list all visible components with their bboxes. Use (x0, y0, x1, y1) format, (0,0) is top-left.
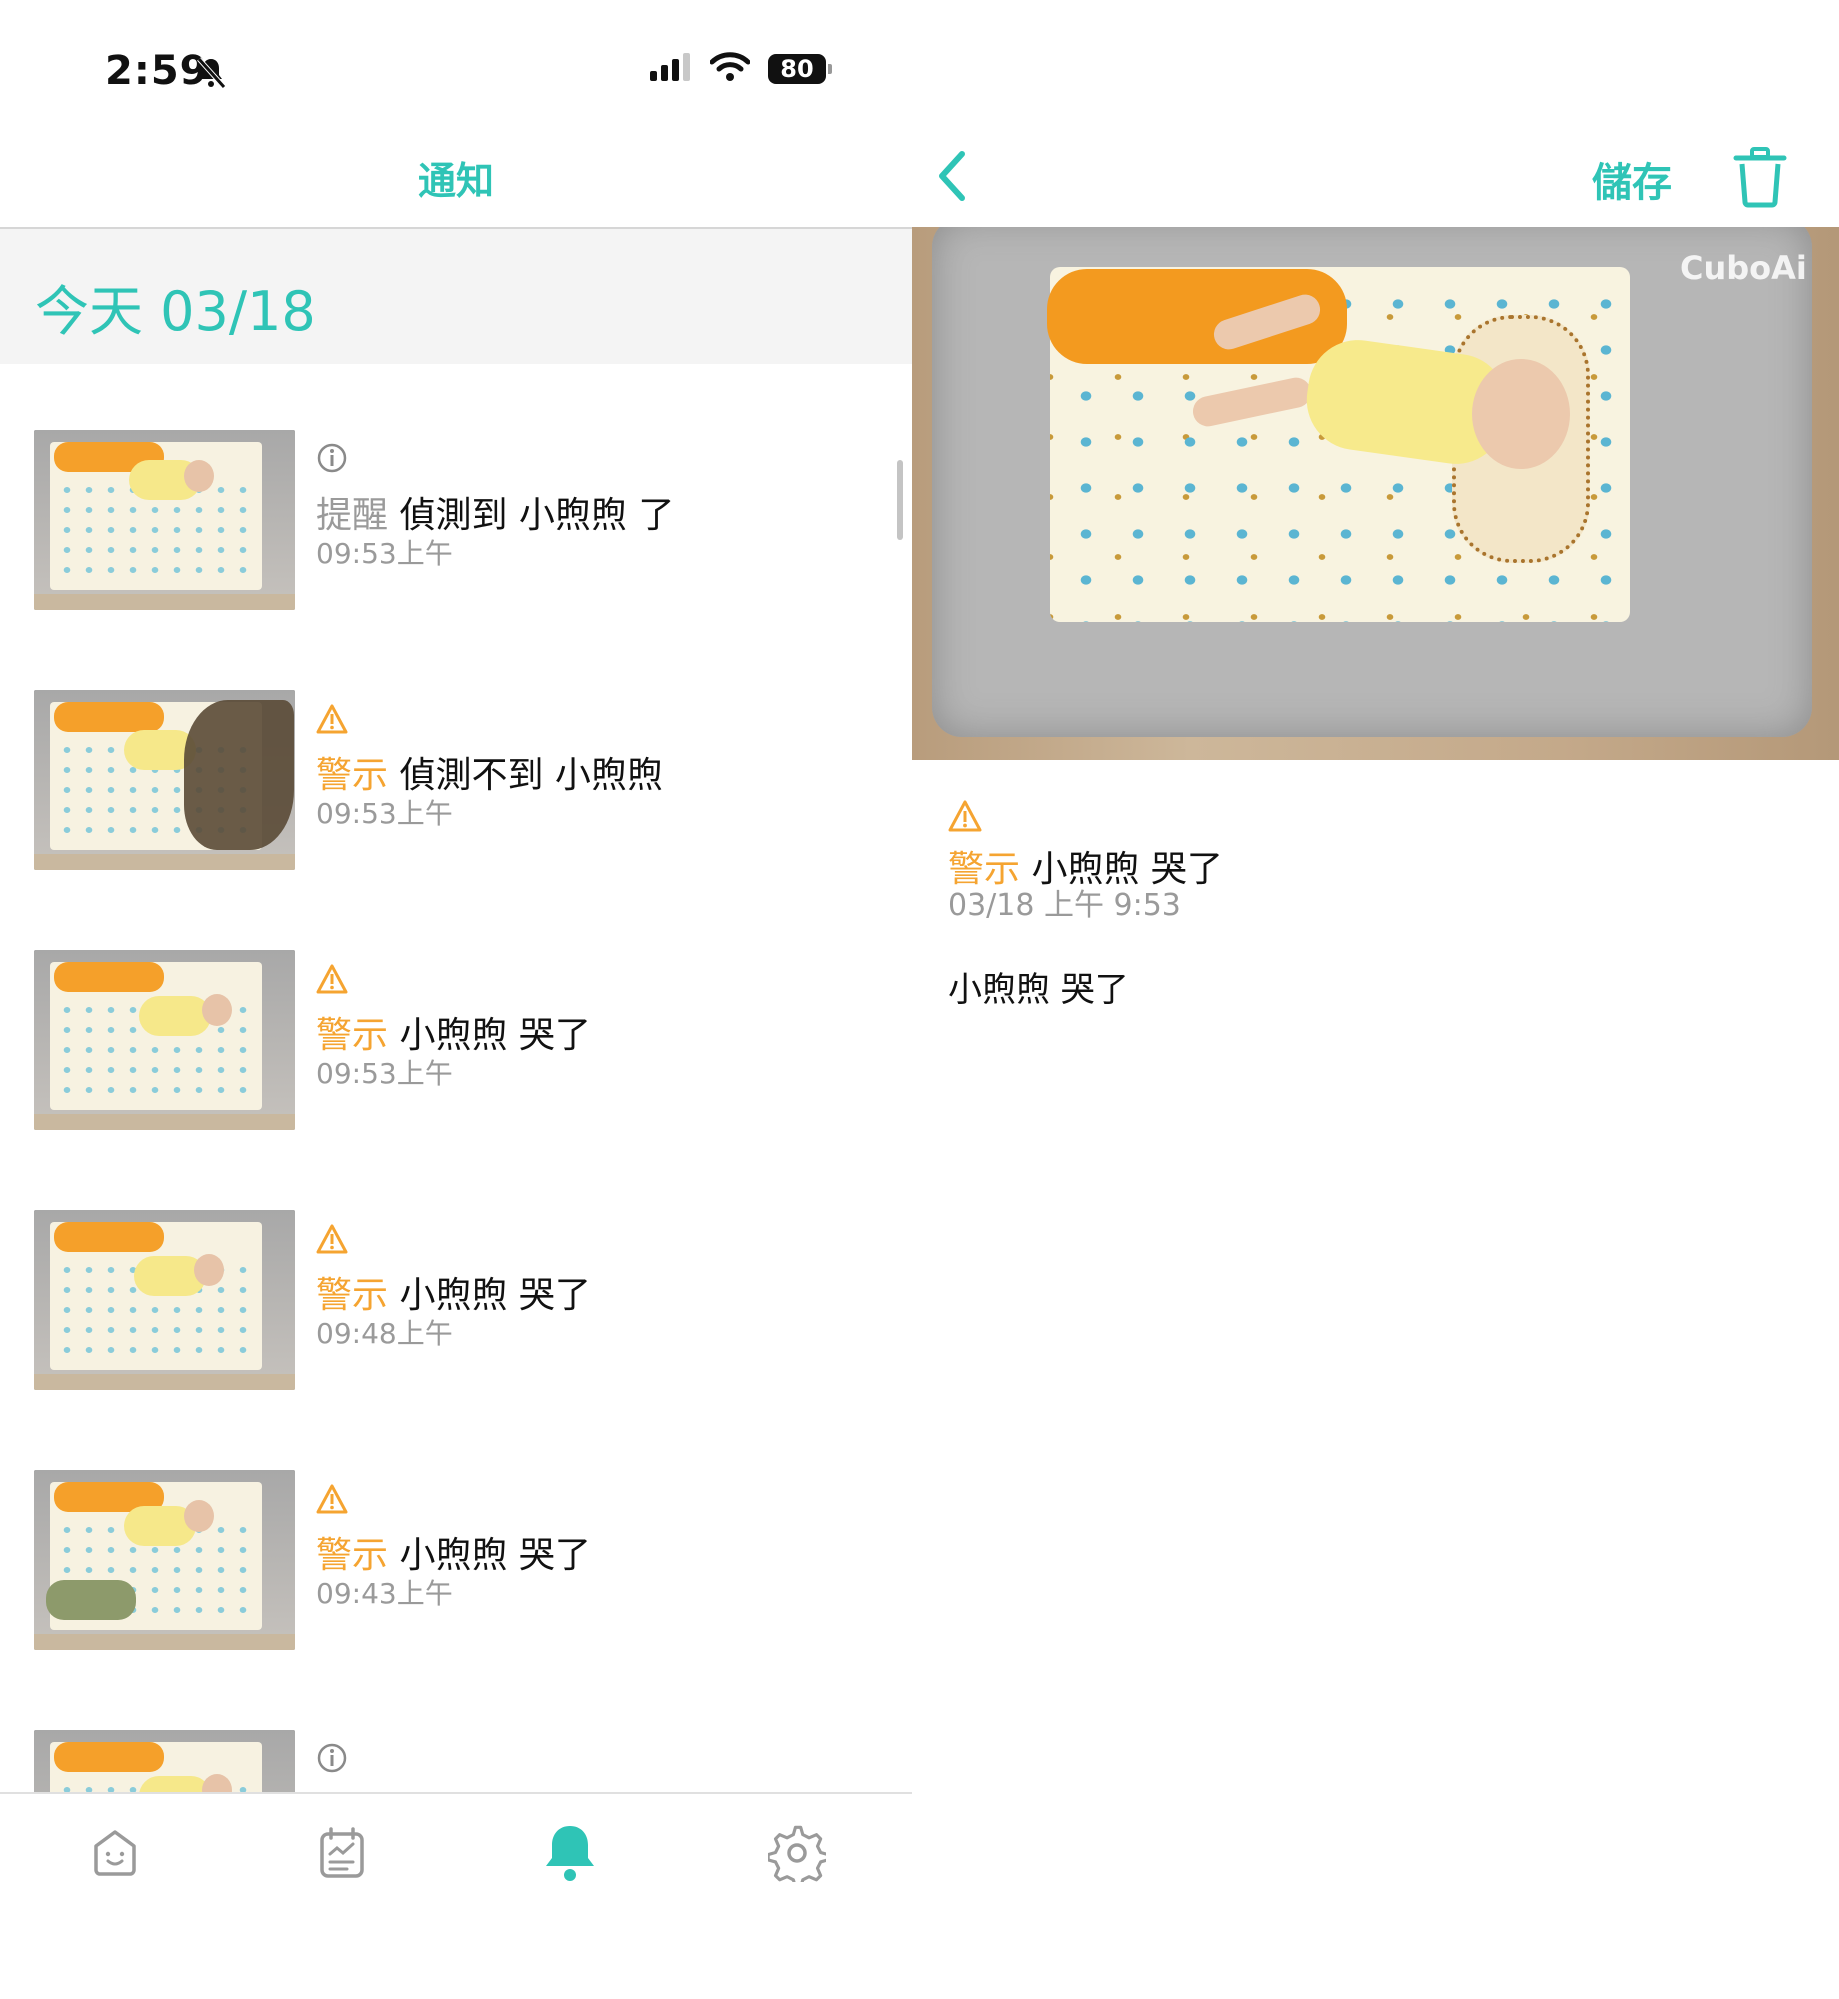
tabbar-divider (0, 1792, 912, 1794)
notification-time: 09:48上午 (316, 1317, 453, 1350)
back-button[interactable] (932, 148, 972, 208)
signal-icon (650, 53, 692, 85)
notification-text: 偵測到 小煦煦 了 (399, 495, 675, 536)
notification-title: 提醒 偵測到 小煦煦 了 (316, 486, 674, 538)
notification-time: 09:53上午 (316, 1057, 453, 1090)
notification-time: 09:43上午 (316, 1577, 453, 1610)
info-icon (316, 442, 348, 478)
notification-item[interactable]: 警示 偵測不到 小煦煦 09:53上午 (0, 690, 912, 950)
detail-timestamp: 03/18 上午 9:53 (948, 888, 1181, 923)
notification-item[interactable]: 警示 小煦煦 哭了 09:48上午 (0, 1210, 912, 1470)
notification-thumbnail (34, 1470, 295, 1650)
notification-thumbnail (34, 1730, 295, 1793)
tab-home[interactable] (80, 1820, 150, 1890)
notification-thumbnail (34, 690, 295, 870)
video-watermark: CuboAi (1680, 249, 1807, 287)
notification-text: 小煦煦 哭了 (399, 1015, 591, 1056)
notification-item[interactable]: 警示 小煦煦 哭了 09:53上午 (0, 950, 912, 1210)
info-icon (316, 1742, 348, 1778)
notification-time: 09:53上午 (316, 797, 453, 830)
warning-icon (316, 704, 348, 738)
notification-title: 警示 小煦煦 哭了 (316, 1266, 591, 1318)
gear-icon (766, 1824, 830, 1889)
warning-icon (316, 1484, 348, 1518)
notification-tag: 提醒 (316, 495, 389, 536)
notification-tag: 警示 (316, 755, 389, 796)
notification-tag: 警示 (316, 1015, 389, 1056)
notification-detail-screen: 儲存 CuboAi 警示 小煦煦 哭了 03/18 上午 9:53 小煦煦 哭了 (912, 0, 1839, 1999)
warning-icon (316, 964, 348, 998)
notification-thumbnail (34, 430, 295, 610)
tab-notifications[interactable] (535, 1820, 605, 1890)
delete-button[interactable] (1730, 146, 1790, 212)
journal-icon (313, 1824, 371, 1886)
battery-indicator: 80 (768, 54, 832, 84)
notification-text: 偵測不到 小煦煦 (399, 755, 663, 796)
notification-title: 警示 小煦煦 哭了 (316, 1006, 591, 1058)
trash-icon (1733, 147, 1787, 208)
notification-item[interactable] (0, 1730, 912, 1793)
notification-tag: 警示 (316, 1275, 389, 1316)
notification-item[interactable]: 警示 小煦煦 哭了 09:43上午 (0, 1470, 912, 1730)
notification-title: 警示 小煦煦 哭了 (316, 1526, 591, 1578)
save-button[interactable]: 儲存 (1592, 150, 1672, 208)
status-time: 2:59 (105, 48, 209, 94)
notification-time: 09:53上午 (316, 537, 453, 570)
wifi-icon (709, 52, 751, 86)
home-icon (86, 1824, 144, 1886)
notification-tag: 警示 (316, 1535, 389, 1576)
tab-settings[interactable] (762, 1820, 832, 1890)
notification-thumbnail (34, 1210, 295, 1390)
date-section-header: 今天 03/18 (0, 229, 912, 364)
notification-title: 警示 偵測不到 小煦煦 (316, 746, 663, 798)
notifications-screen: 2:59 80 通知 今天 03/18 提醒 偵測到 小煦煦 了 09:53上午… (0, 0, 912, 1999)
status-indicators: 80 (650, 52, 832, 86)
warning-icon (316, 1224, 348, 1258)
notification-text: 小煦煦 哭了 (399, 1535, 591, 1576)
tab-journal[interactable] (307, 1820, 377, 1890)
event-video-snapshot[interactable]: CuboAi (912, 227, 1839, 760)
warning-icon (948, 800, 982, 836)
notification-list[interactable]: 提醒 偵測到 小煦煦 了 09:53上午 警示 偵測不到 小煦煦 09:53上午 (0, 364, 912, 1793)
notification-thumbnail (34, 950, 295, 1130)
detail-body: 小煦煦 哭了 (948, 970, 1129, 1010)
notification-item[interactable]: 提醒 偵測到 小煦煦 了 09:53上午 (0, 430, 912, 690)
scrollbar[interactable] (897, 460, 903, 540)
bell-icon (541, 1822, 599, 1888)
notification-text: 小煦煦 哭了 (399, 1275, 591, 1316)
page-title: 通知 (417, 159, 494, 203)
date-label: 今天 03/18 (35, 280, 316, 343)
bell-off-icon (196, 56, 226, 94)
